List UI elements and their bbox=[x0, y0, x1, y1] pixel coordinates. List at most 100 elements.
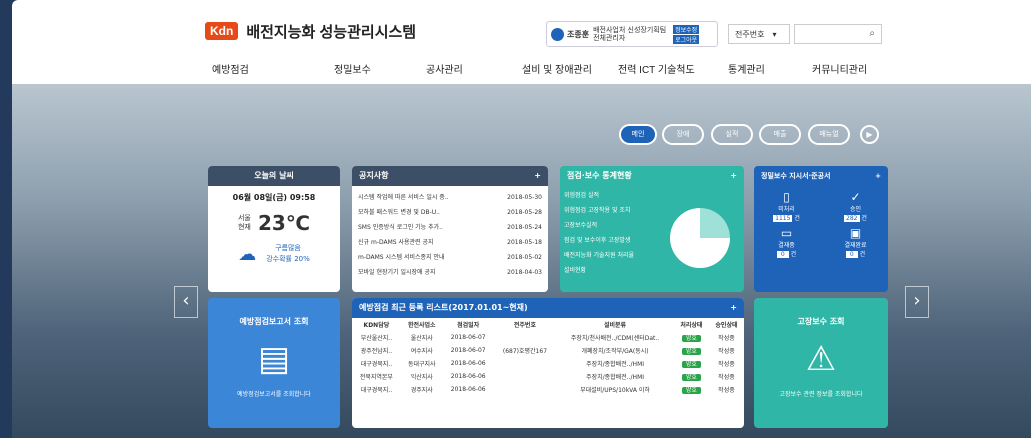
notice-more-button[interactable]: + bbox=[534, 166, 541, 186]
nav-item[interactable]: 커뮤니티관리 bbox=[812, 61, 867, 76]
check-icon: ✓ bbox=[850, 190, 861, 204]
table-cell: 부산울산지.. bbox=[360, 335, 393, 342]
table-row[interactable]: 대구경북지.. 동대구지사 2018-06-06 주장치/종합배전../HMI 양호 작성… bbox=[352, 357, 744, 370]
table-header: 승인상태 bbox=[715, 322, 738, 329]
table-header: KDN담당 bbox=[363, 322, 390, 329]
weather-place: 서울 현재 bbox=[237, 214, 251, 231]
table-cell: 광주전남지.. bbox=[360, 348, 393, 355]
quick-tab[interactable]: 실적 bbox=[711, 124, 753, 145]
table-cell bbox=[494, 370, 557, 383]
notice-card: 공지사항 + 시스템 작업에 따른 서비스 일시 중.. 2018-05-30 모하블… bbox=[352, 166, 548, 292]
user-icon bbox=[551, 27, 564, 41]
table-cell: 작성중 bbox=[718, 361, 735, 368]
precise-unprocessed[interactable]: ▯ 미처리 1115 건 bbox=[754, 190, 819, 222]
notice-text: m-DAMS 시스템 서비스종지 안내 bbox=[358, 254, 445, 261]
table-row[interactable]: 광주전남지.. 여수지사 2018-06-07 (687)호평간167 개폐장치/조작부… bbox=[352, 344, 744, 357]
table-header: 전주번호 bbox=[513, 322, 536, 329]
table-cell: 양호 bbox=[674, 357, 709, 370]
report-card[interactable]: 예방점검보고서 조회 ▤ 예방점검보고서를 조회합니다 bbox=[208, 298, 340, 428]
table-cell: 전북지역본부 bbox=[359, 374, 393, 381]
stats-pie bbox=[670, 208, 730, 268]
pole-select[interactable]: 전주번호 ▾ bbox=[728, 24, 790, 44]
nav-item[interactable]: 설비 및 장애관리 bbox=[522, 61, 592, 76]
recent-list-title: 예방점검 최근 등록 리스트(2017.01.01~현재) bbox=[359, 303, 528, 312]
table-cell: 주장치/종합배전../HMI bbox=[586, 374, 645, 381]
table-cell: 부대설비/UPS/10kVA 이하 bbox=[580, 387, 650, 394]
precise-more-button[interactable]: + bbox=[875, 166, 881, 186]
weather-sky: 구름많음 bbox=[275, 244, 301, 252]
notice-date: 2018-05-18 bbox=[507, 239, 542, 246]
table-cell: 개폐장치/조작부/GA(동시) bbox=[581, 348, 649, 355]
quick-tab[interactable]: 매뉴얼 bbox=[808, 124, 850, 145]
search-input[interactable]: ⌕ bbox=[794, 24, 882, 44]
table-row[interactable]: 대구경북지.. 경주지사 2018-06-06 부대설비/UPS/10kVA 이하 양호… bbox=[352, 383, 744, 396]
chat-icon: ▭ bbox=[780, 226, 793, 240]
stats-card: 점검·보수 통계현황 + 위험점검 실적 위험점검 고장착용 및 조치 고장보수실적 점… bbox=[560, 166, 744, 292]
table-cell: 2018-06-07 bbox=[450, 347, 486, 354]
notice-date: 2018-05-24 bbox=[507, 224, 542, 231]
table-row[interactable]: 전북지역본부 익산지사 2018-06-06 주장치/종합배전../HMI 양호 작성중 bbox=[352, 370, 744, 383]
table-cell: 양호 bbox=[674, 370, 709, 383]
notice-item[interactable]: 시스템 작업에 따른 서비스 일시 중.. 2018-05-30 bbox=[352, 190, 548, 205]
quick-tab[interactable]: 장애 bbox=[662, 124, 704, 145]
notice-item[interactable]: 모바일 현장기기 일시장애 공지 2018-04-03 bbox=[352, 265, 548, 280]
notice-text: 시스템 작업에 따른 서비스 일시 중.. bbox=[358, 194, 449, 201]
table-cell: 울산지사 bbox=[410, 335, 433, 342]
weather-rain: 강수확률 20% bbox=[266, 255, 310, 263]
weather-card: 오늘의 날씨 06월 08일(금) 09:58 서울 현재 23℃ ☁ 구름많음 강수… bbox=[208, 166, 340, 292]
edit-info-button[interactable]: 정보수정 bbox=[673, 24, 700, 34]
notice-item[interactable]: 모하블 패스워드 변경 및 DB-U.. 2018-05-28 bbox=[352, 205, 548, 220]
next-arrow[interactable]: › bbox=[905, 286, 929, 318]
table-cell: 주장치/종합배전../HMI bbox=[586, 361, 645, 368]
precise-approved[interactable]: ✓ 승인 282 건 bbox=[823, 190, 888, 222]
logout-button[interactable]: 로그아웃 bbox=[673, 34, 700, 44]
nav-item[interactable]: 정밀보수 bbox=[334, 61, 371, 76]
table-cell: 대구경북지.. bbox=[360, 387, 393, 394]
prev-arrow[interactable]: ‹ bbox=[174, 286, 198, 318]
table-cell: 여수지사 bbox=[410, 348, 433, 355]
precise-done[interactable]: ▣ 결재완료 0 건 bbox=[823, 226, 888, 258]
stats-more-button[interactable]: + bbox=[730, 166, 737, 186]
fault-card[interactable]: 고장보수 조회 ⚠ 고장보수 관련 정보를 조회합니다 bbox=[754, 298, 888, 428]
notice-item[interactable]: m-DAMS 시스템 서비스종지 안내 2018-05-02 bbox=[352, 250, 548, 265]
nav-item[interactable]: 예방점검 bbox=[212, 61, 249, 76]
nav-item[interactable]: 전력 ICT 기술척도 bbox=[618, 61, 695, 76]
page-frame: Kdn 배전지능화 성능관리시스템 조종훈 배전사업처 신성장기획팀 전체관리자 정보… bbox=[12, 0, 1031, 438]
table-cell: 작성중 bbox=[718, 348, 735, 355]
report-title: 예방점검보고서 조회 bbox=[239, 317, 309, 326]
nav-item[interactable]: 공사관리 bbox=[426, 61, 463, 76]
table-row[interactable]: 부산울산지.. 울산지사 2018-06-07 주장치/천사배전../CDM(센터Da… bbox=[352, 331, 744, 344]
search-icon[interactable]: ⌕ bbox=[869, 28, 875, 39]
table-cell: 대구경북지.. bbox=[360, 361, 393, 368]
stats-title: 점검·보수 통계현황 bbox=[567, 171, 632, 180]
notice-item[interactable]: 신규 m-DAMS 사용관련 공지 2018-05-18 bbox=[352, 235, 548, 250]
report-desc: 예방점검보고서를 조회합니다 bbox=[237, 391, 311, 398]
report-icon: ▤ bbox=[257, 339, 291, 379]
quick-tab[interactable]: 매출 bbox=[759, 124, 801, 145]
status-badge: 양호 bbox=[681, 348, 701, 355]
table-cell bbox=[494, 383, 557, 396]
notice-date: 2018-05-30 bbox=[507, 194, 542, 201]
table-cell: (687)호평간167 bbox=[502, 348, 548, 355]
nav-item[interactable]: 통계관리 bbox=[728, 61, 765, 76]
notice-text: 모바일 현장기기 일시장애 공지 bbox=[358, 269, 436, 276]
status-badge: 양호 bbox=[681, 361, 701, 368]
stats-item[interactable]: 설비현황 bbox=[564, 263, 740, 278]
precise-title: 정밀보수 지시서·준공서 bbox=[761, 172, 831, 180]
table-cell: 2018-06-07 bbox=[450, 334, 486, 341]
play-button[interactable]: ▶ bbox=[860, 125, 879, 144]
recent-list-more-button[interactable]: + bbox=[730, 298, 737, 318]
user-org: 배전사업처 신성장기획팀 전체관리자 bbox=[593, 26, 667, 42]
notice-text: SMS 인증방식 로그인 기능 추가.. bbox=[358, 224, 443, 231]
table-cell: 양호 bbox=[674, 344, 709, 357]
stats-item[interactable]: 위험점검 실적 bbox=[564, 188, 740, 203]
cloud-icon: ☁ bbox=[238, 243, 257, 265]
notice-item[interactable]: SMS 인증방식 로그인 기능 추가.. 2018-05-24 bbox=[352, 220, 548, 235]
quick-tab[interactable]: 메인 bbox=[619, 124, 657, 145]
table-cell: 경주지사 bbox=[410, 387, 433, 394]
notice-title: 공지사항 bbox=[359, 171, 389, 180]
warning-icon: ⚠ bbox=[805, 339, 837, 379]
notice-text: 신규 m-DAMS 사용관련 공지 bbox=[358, 239, 434, 246]
precise-pending[interactable]: ▭ 결재중 0 건 bbox=[754, 226, 819, 258]
logo[interactable]: Kdn 배전지능화 성능관리시스템 bbox=[205, 20, 416, 42]
